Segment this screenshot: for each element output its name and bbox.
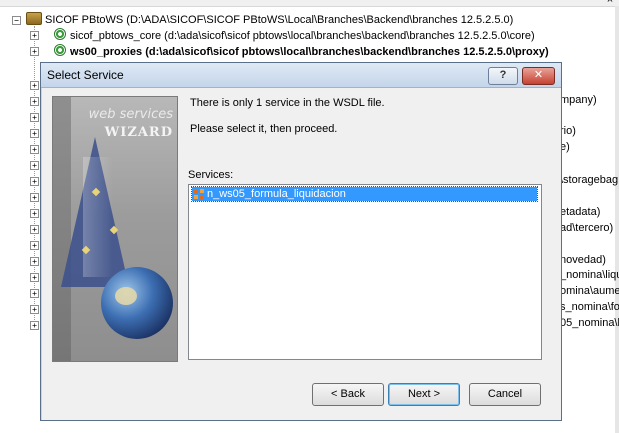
close-button[interactable]: ✕	[522, 67, 555, 85]
image-caption-wizard: WIZARD	[104, 125, 173, 140]
target-icon	[54, 28, 66, 40]
tree-item[interactable]: sicof_pbtows_core (d:\ada\sicof\sicof pb…	[54, 28, 535, 42]
next-button[interactable]: Next >	[388, 383, 460, 406]
expand-toggle-icon[interactable]: +	[30, 47, 39, 56]
top-scrollbar[interactable]: ×	[0, 0, 619, 7]
tree-item-label: ws00_proxies (d:\ada\sicof\sicof pbtows\…	[70, 46, 549, 58]
tree-item-partial[interactable]: omina\aume	[560, 284, 619, 298]
dialog-title: Select Service	[47, 68, 124, 82]
service-name: n_ws05_formula_liquidacion	[207, 188, 346, 200]
expand-toggle-icon[interactable]: +	[30, 113, 39, 122]
target-icon	[54, 44, 66, 56]
expand-toggle-icon[interactable]: +	[30, 81, 39, 90]
expand-toggle-icon[interactable]: +	[30, 289, 39, 298]
expand-toggle-icon[interactable]: +	[30, 273, 39, 282]
back-button[interactable]: < Back	[312, 383, 384, 406]
collapse-toggle-icon[interactable]: −	[12, 16, 21, 25]
service-icon	[194, 189, 204, 199]
expand-toggle-icon[interactable]: +	[30, 129, 39, 138]
wizard-side-image: web services WIZARD	[52, 96, 178, 362]
cancel-button[interactable]: Cancel	[469, 383, 541, 406]
select-service-dialog: Select Service ? ✕ web services WIZARD T…	[40, 62, 562, 421]
tree-item-partial[interactable]: s_nomina\for	[560, 300, 619, 314]
tree-item-label: sicof_pbtows_core (d:\ada\sicof\sicof pb…	[70, 30, 535, 42]
workspace-icon	[26, 12, 42, 25]
image-caption-web-services: web services	[88, 107, 173, 122]
expand-toggle-icon[interactable]: +	[30, 241, 39, 250]
tree-item-partial[interactable]: ad\tercero)	[560, 221, 613, 235]
services-list[interactable]: n_ws05_formula_liquidacion	[188, 184, 542, 360]
tree-item-partial[interactable]: rio)	[560, 124, 576, 138]
globe-graphic	[101, 267, 173, 339]
expand-toggle-icon[interactable]: +	[30, 31, 39, 40]
tree-item-partial[interactable]: novedad)	[560, 253, 606, 267]
tree-root[interactable]: SICOF PBtoWS (D:\ADA\SICOF\SICOF PBtoWS\…	[26, 12, 513, 26]
expand-toggle-icon[interactable]: +	[30, 225, 39, 234]
expand-toggle-icon[interactable]: +	[30, 177, 39, 186]
expand-toggle-icon[interactable]: +	[30, 209, 39, 218]
info-message: There is only 1 service in the WSDL file…	[190, 97, 385, 109]
expand-toggle-icon[interactable]: +	[30, 257, 39, 266]
tree-item-partial[interactable]: etadata)	[560, 205, 600, 219]
expand-toggle-icon[interactable]: +	[30, 97, 39, 106]
help-icon: ?	[499, 69, 507, 81]
tree-item-partial[interactable]: _nomina\liqu	[560, 268, 619, 282]
service-list-item[interactable]: n_ws05_formula_liquidacion	[191, 186, 538, 202]
instruction-message: Please select it, then proceed.	[190, 123, 338, 135]
services-label: Services:	[188, 169, 234, 181]
tree-item-current[interactable]: ws00_proxies (d:\ada\sicof\sicof pbtows\…	[54, 44, 549, 58]
hat-shade	[83, 157, 113, 277]
dialog-titlebar[interactable]: Select Service ? ✕	[41, 63, 561, 88]
expand-toggle-icon[interactable]: +	[30, 161, 39, 170]
tree-item-partial[interactable]: mpany)	[560, 93, 597, 107]
close-icon: ✕	[533, 69, 544, 81]
expand-toggle-icon[interactable]: +	[30, 321, 39, 330]
expand-toggle-icon[interactable]: +	[30, 305, 39, 314]
globe-land	[115, 287, 137, 305]
tree-item-partial[interactable]: 05_nomina\li	[560, 316, 619, 330]
expand-toggle-icon[interactable]: +	[30, 193, 39, 202]
tree-item-partial[interactable]: \storagebag	[560, 173, 618, 187]
expand-toggle-icon[interactable]: +	[30, 145, 39, 154]
help-button[interactable]: ?	[488, 67, 518, 85]
right-panel-edge	[615, 6, 619, 433]
tree-root-label: SICOF PBtoWS (D:\ADA\SICOF\SICOF PBtoWS\…	[45, 14, 514, 26]
